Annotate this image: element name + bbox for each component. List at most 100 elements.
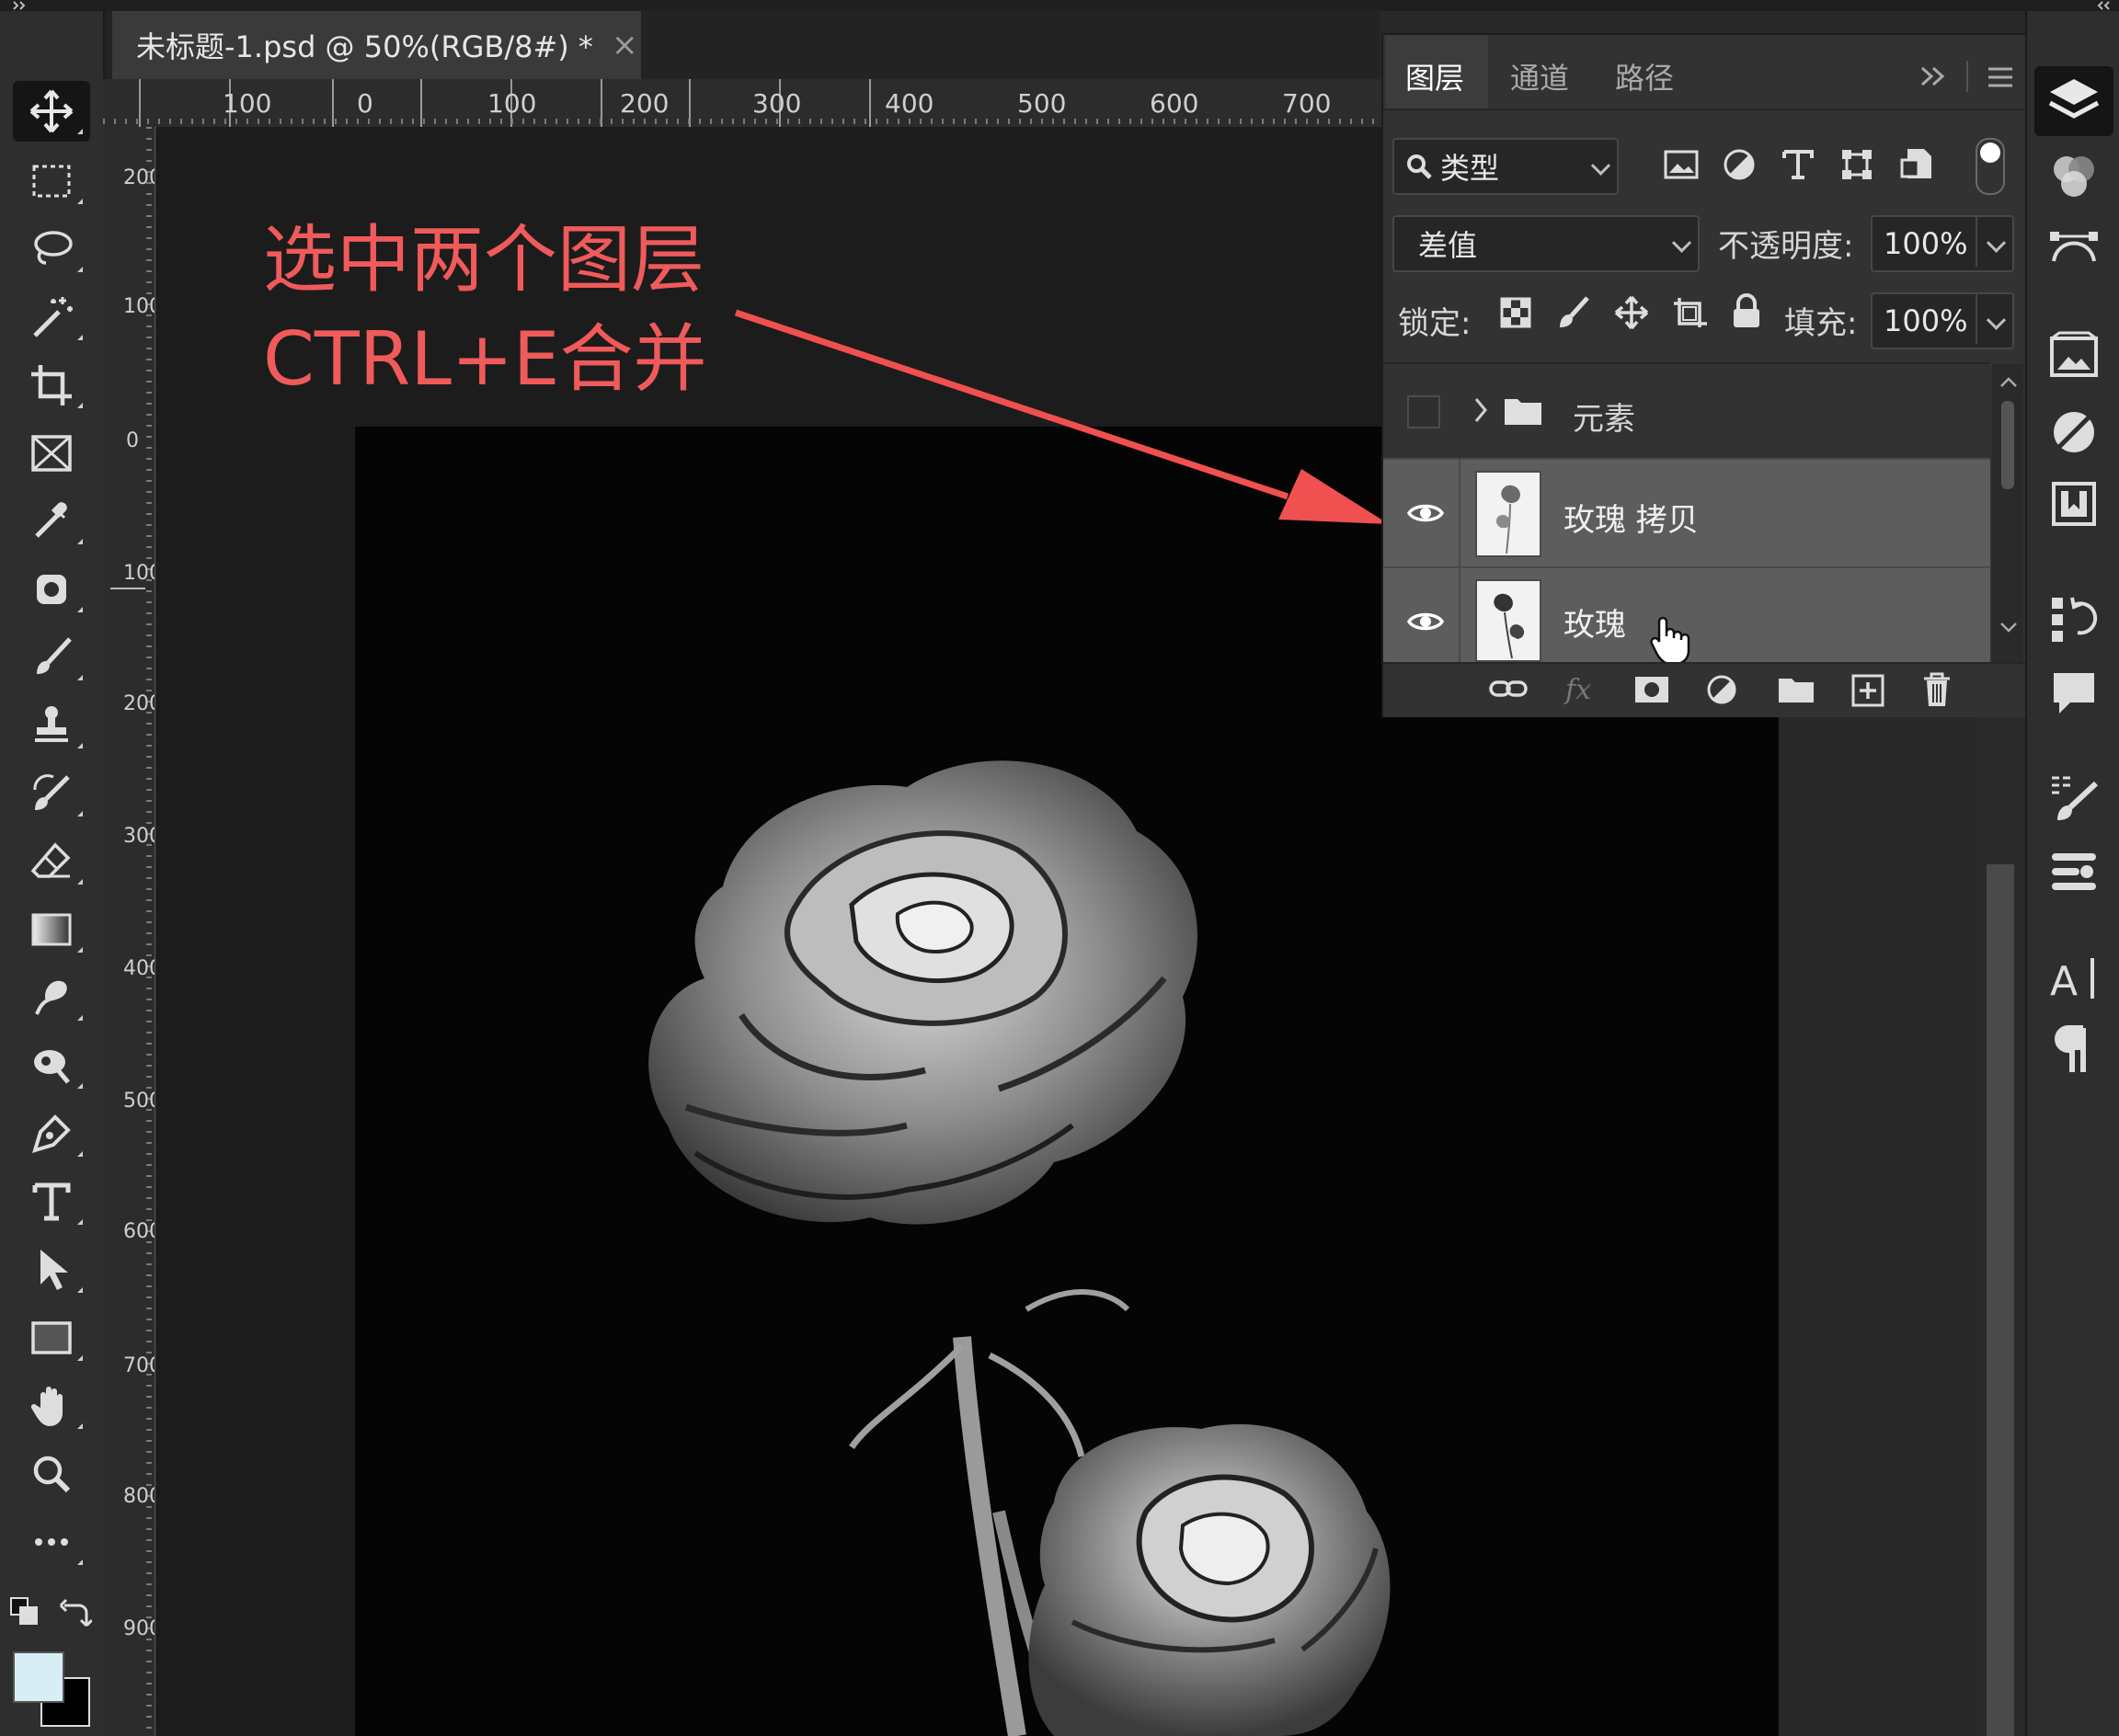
history-brush-icon <box>33 774 70 810</box>
lock-image-pixels-icon[interactable] <box>1556 294 1591 331</box>
magic-wand-tool[interactable] <box>13 287 90 348</box>
type-layer-filter-icon[interactable] <box>1781 147 1815 182</box>
panel-menu-icon[interactable] <box>1987 66 2014 88</box>
scroll-down-icon[interactable] <box>1999 622 2018 634</box>
swap-colors-icon[interactable] <box>59 1596 92 1629</box>
properties-icon[interactable] <box>2046 476 2102 531</box>
gradient-tool[interactable] <box>13 899 90 960</box>
expand-panels-icon[interactable] <box>11 0 33 11</box>
magic-wand-icon <box>33 297 73 337</box>
ruler-label: 300 <box>752 88 802 119</box>
dodge-tool[interactable] <box>13 1035 90 1096</box>
type-tool[interactable] <box>13 1171 90 1232</box>
hand-tool[interactable] <box>13 1376 90 1436</box>
scroll-thumb[interactable] <box>2001 401 2014 489</box>
brush-settings-icon[interactable] <box>2046 771 2102 826</box>
layers-icon[interactable] <box>2046 74 2102 129</box>
crop-tool[interactable] <box>13 355 90 416</box>
lock-position-icon[interactable] <box>1613 294 1650 331</box>
close-tab-icon[interactable]: × <box>612 27 638 63</box>
lasso-tool[interactable] <box>13 219 90 280</box>
opacity-input[interactable]: 100% <box>1871 215 2014 272</box>
vertical-ruler[interactable]: 200 100 0 100 200 300 400 500 600 700 80… <box>103 127 155 1736</box>
pen-tool[interactable] <box>13 1103 90 1164</box>
libraries-icon[interactable] <box>2046 327 2102 383</box>
brushes-icon[interactable] <box>2046 844 2102 899</box>
brush-tool[interactable] <box>13 627 90 688</box>
canvas-vertical-scrollbar[interactable] <box>1977 717 2023 1736</box>
eye-icon[interactable] <box>1407 500 1444 526</box>
pen-icon <box>32 1114 71 1153</box>
chevron-right-icon[interactable] <box>1472 395 1490 425</box>
document-tab[interactable]: 未标题-1.psd @ 50%(RGB/8#) * × <box>112 11 641 79</box>
spot-healing-tool[interactable] <box>13 559 90 620</box>
link-layers-icon[interactable] <box>1488 673 1529 706</box>
hand-cursor-icon <box>1650 616 1690 666</box>
blend-mode-select[interactable]: 差值 <box>1392 215 1700 272</box>
more-tools[interactable] <box>13 1512 90 1572</box>
blur-tool[interactable] <box>13 967 90 1028</box>
eraser-tool[interactable] <box>13 831 90 892</box>
scroll-up-icon[interactable] <box>1999 375 2018 388</box>
add-mask-icon[interactable] <box>1633 675 1670 704</box>
paragraph-icon[interactable] <box>2046 1022 2102 1078</box>
rectangular-marquee-tool[interactable] <box>13 151 90 211</box>
delete-layer-icon[interactable] <box>1920 671 1953 708</box>
ruler-label: 400 <box>885 88 934 119</box>
frame-tool[interactable] <box>13 423 90 484</box>
lock-transparent-pixels-icon[interactable] <box>1499 296 1532 329</box>
history-icon[interactable] <box>2046 590 2102 645</box>
canvas-scroll-thumb[interactable] <box>1987 864 2014 1736</box>
visibility-toggle-empty[interactable] <box>1407 395 1440 428</box>
lock-all-icon[interactable] <box>1731 292 1762 331</box>
new-layer-icon[interactable] <box>1850 673 1885 708</box>
tab-layers[interactable]: 图层 <box>1405 55 1464 97</box>
layer-row-rose[interactable]: 玫瑰 <box>1383 566 1990 666</box>
comments-icon[interactable] <box>2046 666 2102 721</box>
svg-text:fx: fx <box>1563 674 1591 706</box>
default-colors-icon[interactable] <box>9 1596 42 1629</box>
layer-row-rose-copy[interactable]: 玫瑰 拷贝 <box>1383 458 1990 566</box>
eye-icon[interactable] <box>1407 609 1444 634</box>
chevron-down-icon <box>1986 233 2007 253</box>
filter-kind-label: 类型 <box>1440 151 1500 186</box>
move-tool[interactable] <box>13 81 90 142</box>
filter-toggle[interactable] <box>1976 138 2005 195</box>
tab-paths[interactable]: 路径 <box>1615 55 1674 97</box>
new-group-icon[interactable] <box>1777 673 1815 706</box>
fill-input[interactable]: 100% <box>1871 292 2014 349</box>
ruler-label: 100 <box>123 562 155 585</box>
adjustments-icon[interactable] <box>2046 405 2102 460</box>
hand-icon <box>30 1387 63 1426</box>
adjustment-layer-filter-icon[interactable] <box>1722 147 1757 182</box>
lock-artboard-icon[interactable] <box>1670 294 1711 331</box>
tab-channels[interactable]: 通道 <box>1510 55 1569 97</box>
layers-scrollbar[interactable] <box>1992 364 2023 662</box>
character-icon[interactable]: A <box>2046 951 2102 1006</box>
smart-object-filter-icon[interactable] <box>1898 145 1933 182</box>
annotation-arrow <box>734 309 1389 524</box>
channels-icon[interactable] <box>2046 149 2102 204</box>
filter-kind-select[interactable]: 类型 <box>1392 138 1619 195</box>
rectangle-tool[interactable] <box>13 1308 90 1368</box>
eyedropper-tool[interactable] <box>13 491 90 552</box>
ruler-label: 500 <box>123 1090 155 1113</box>
paths-icon[interactable] <box>2046 219 2102 274</box>
foreground-color-swatch[interactable] <box>13 1651 64 1703</box>
new-adjustment-layer-icon[interactable] <box>1705 673 1742 710</box>
horizontal-ruler[interactable]: 100 0 100 200 300 400 500 600 700 <box>103 79 1381 128</box>
zoom-icon <box>33 1456 71 1493</box>
chevron-down-icon <box>1590 155 1611 176</box>
shape-layer-filter-icon[interactable] <box>1839 147 1874 182</box>
collapse-dock-icon[interactable] <box>2090 0 2112 11</box>
panel-collapse-icon[interactable] <box>1919 63 1952 90</box>
ruler-label: 400 <box>123 957 155 980</box>
history-brush-tool[interactable] <box>13 763 90 824</box>
clone-stamp-tool[interactable] <box>13 695 90 756</box>
ruler-label: 200 <box>620 88 670 119</box>
layer-row-group[interactable]: 元素 <box>1383 364 1990 458</box>
layer-style-fx-icon[interactable]: fx <box>1563 671 1600 708</box>
pixel-layer-filter-icon[interactable] <box>1663 147 1700 182</box>
path-selection-tool[interactable] <box>13 1239 90 1300</box>
zoom-tool[interactable] <box>13 1444 90 1504</box>
